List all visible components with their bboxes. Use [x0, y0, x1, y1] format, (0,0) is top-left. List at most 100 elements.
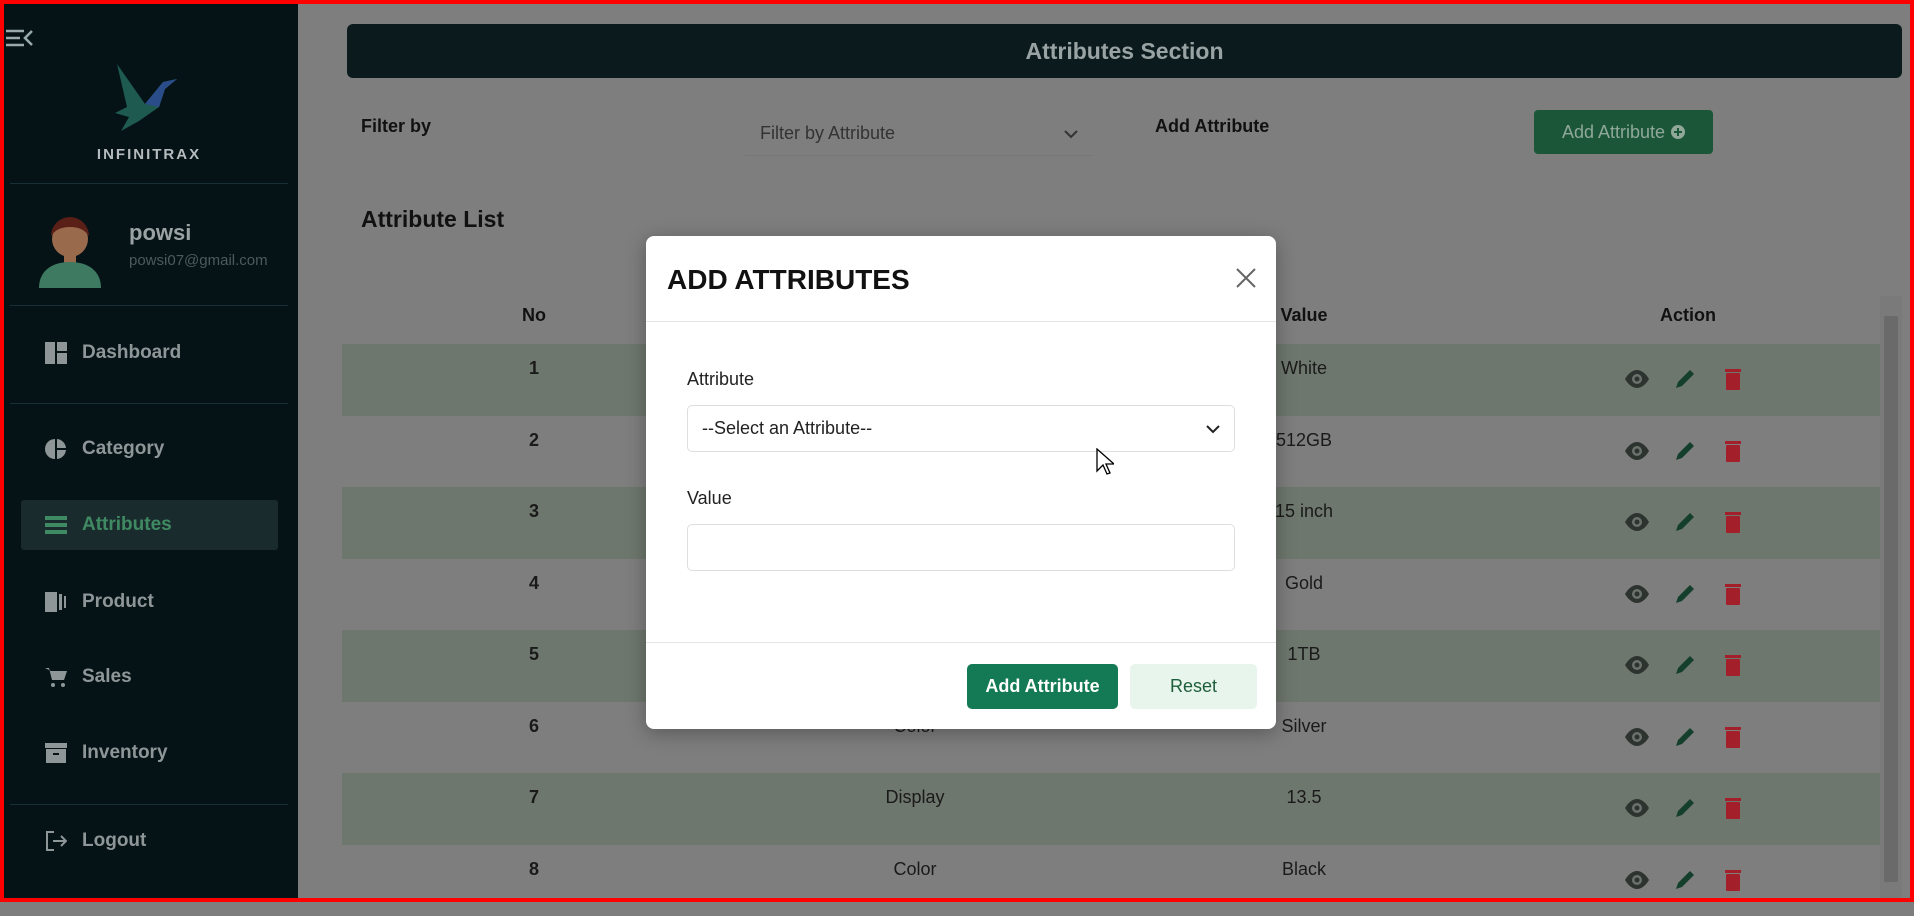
attribute-select[interactable]: --Select an Attribute-- [687, 405, 1235, 452]
close-icon[interactable] [1234, 266, 1258, 290]
sidebar-item-label: Product [82, 591, 154, 613]
mouse-cursor-icon [1096, 448, 1114, 476]
eye-icon[interactable] [1624, 724, 1650, 750]
sidebar-item-product[interactable]: Product [21, 577, 278, 627]
cell-value: White [1281, 358, 1327, 379]
delete-trash-icon[interactable] [1720, 581, 1746, 607]
edit-pencil-icon[interactable] [1672, 867, 1698, 893]
delete-trash-icon[interactable] [1720, 652, 1746, 678]
plus-circle-icon [1671, 125, 1685, 139]
row-actions [1624, 795, 1746, 821]
submit-add-attribute-button[interactable]: Add Attribute [967, 664, 1118, 709]
add-attribute-label: Add Attribute [1155, 116, 1269, 137]
delete-trash-icon[interactable] [1720, 724, 1746, 750]
edit-pencil-icon[interactable] [1672, 581, 1698, 607]
sidebar-item-label: Inventory [82, 742, 168, 764]
user-email: powsi07@gmail.com [129, 252, 268, 269]
cell-attribute: Display [885, 787, 944, 808]
row-actions [1624, 581, 1746, 607]
delete-trash-icon[interactable] [1720, 438, 1746, 464]
table-row: 7 Display 13.5 [342, 773, 1880, 845]
sidebar: INFINITRAX powsi powsi07@gmail.com Dashb… [0, 0, 298, 902]
delete-trash-icon[interactable] [1720, 867, 1746, 893]
value-input[interactable] [687, 524, 1235, 571]
eye-icon[interactable] [1624, 652, 1650, 678]
filter-select[interactable]: Filter by Attribute [745, 112, 1092, 156]
user-name: powsi [129, 220, 191, 246]
cell-no: 4 [529, 573, 539, 594]
cell-value: 1TB [1287, 644, 1320, 665]
logo-bird-icon [105, 62, 195, 137]
eye-icon[interactable] [1624, 795, 1650, 821]
sidebar-item-category[interactable]: Category [21, 424, 278, 474]
reset-button[interactable]: Reset [1130, 664, 1257, 709]
edit-pencil-icon[interactable] [1672, 795, 1698, 821]
sidebar-item-dashboard[interactable]: Dashboard [21, 328, 278, 378]
row-actions [1624, 724, 1746, 750]
cell-no: 5 [529, 644, 539, 665]
cell-value: 13.5 [1286, 787, 1321, 808]
menu-toggle-icon[interactable] [6, 28, 34, 48]
row-actions [1624, 867, 1746, 893]
attribute-label: Attribute [687, 369, 754, 390]
edit-pencil-icon[interactable] [1672, 652, 1698, 678]
eye-icon[interactable] [1624, 867, 1650, 893]
column-header-action: Action [1660, 305, 1716, 326]
sidebar-item-sales[interactable]: Sales [21, 652, 278, 702]
add-attributes-modal: ADD ATTRIBUTES Attribute --Select an Att… [646, 236, 1276, 729]
page-title: Attributes Section [347, 24, 1902, 78]
divider [646, 642, 1276, 643]
eye-icon[interactable] [1624, 509, 1650, 535]
delete-trash-icon[interactable] [1720, 366, 1746, 392]
cell-no: 3 [529, 501, 539, 522]
value-label: Value [687, 488, 732, 509]
scrollbar-thumb[interactable] [1884, 316, 1898, 882]
cell-no: 8 [529, 859, 539, 880]
sidebar-item-inventory[interactable]: Inventory [21, 728, 278, 778]
add-attribute-button-label: Add Attribute [1562, 122, 1665, 143]
row-actions [1624, 366, 1746, 392]
chevron-down-icon [1206, 424, 1220, 434]
edit-pencil-icon[interactable] [1672, 366, 1698, 392]
chevron-down-icon [1064, 129, 1078, 139]
cell-no: 6 [529, 716, 539, 737]
cell-value: 512GB [1276, 430, 1332, 451]
cell-no: 2 [529, 430, 539, 451]
cell-attribute: Color [893, 859, 936, 880]
cell-value: Black [1282, 859, 1326, 880]
attribute-select-value: --Select an Attribute-- [702, 418, 872, 439]
logout-label: Logout [82, 830, 146, 852]
archive-icon [45, 742, 67, 764]
cell-no: 7 [529, 787, 539, 808]
row-actions [1624, 652, 1746, 678]
pie-chart-icon [45, 438, 67, 460]
column-header-value: Value [1280, 305, 1327, 326]
dashboard-icon [45, 342, 67, 364]
sidebar-item-label: Category [82, 438, 164, 460]
divider [10, 804, 288, 805]
eye-icon[interactable] [1624, 581, 1650, 607]
eye-icon[interactable] [1624, 438, 1650, 464]
sidebar-item-label: Sales [82, 666, 132, 688]
logout-button[interactable]: Logout [21, 816, 278, 866]
sidebar-item-attributes[interactable]: Attributes [21, 500, 278, 550]
cell-value: Gold [1285, 573, 1323, 594]
delete-trash-icon[interactable] [1720, 795, 1746, 821]
brand-name: INFINITRAX [0, 146, 298, 163]
cart-icon [45, 666, 67, 688]
edit-pencil-icon[interactable] [1672, 724, 1698, 750]
logout-icon [45, 830, 67, 852]
attribute-list-title: Attribute List [361, 206, 504, 233]
table-row: 8 Color Black [342, 845, 1880, 916]
cell-value: Silver [1281, 716, 1326, 737]
filter-label: Filter by [361, 116, 431, 137]
edit-pencil-icon[interactable] [1672, 438, 1698, 464]
column-header-no: No [522, 305, 546, 326]
eye-icon[interactable] [1624, 366, 1650, 392]
delete-trash-icon[interactable] [1720, 509, 1746, 535]
add-attribute-button[interactable]: Add Attribute [1534, 110, 1713, 154]
modal-title: ADD ATTRIBUTES [667, 264, 910, 296]
edit-pencil-icon[interactable] [1672, 509, 1698, 535]
list-icon [45, 514, 67, 536]
sidebar-item-label: Dashboard [82, 342, 181, 364]
